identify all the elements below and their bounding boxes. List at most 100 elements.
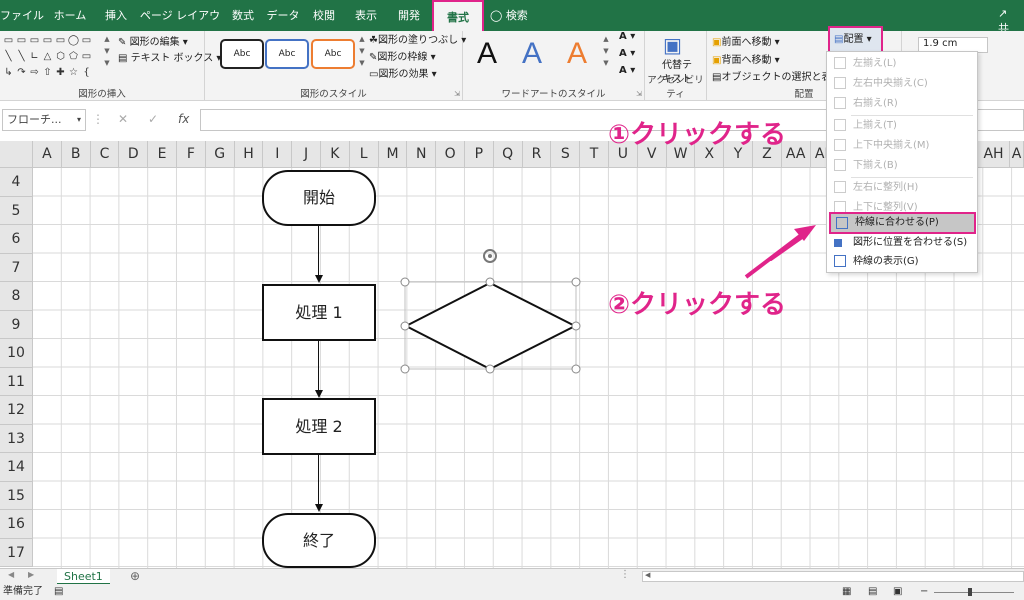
resize-handle[interactable]: [400, 277, 410, 287]
column-header[interactable]: T: [580, 141, 609, 168]
arrow-shape-icon[interactable]: ⇧: [41, 67, 54, 78]
column-header[interactable]: L: [349, 141, 379, 168]
line-shape-icon[interactable]: ╲: [2, 51, 15, 62]
flowchart-end[interactable]: 終了: [262, 513, 376, 568]
name-box[interactable]: フローチ... ▾: [2, 109, 86, 131]
row-header[interactable]: 9: [0, 310, 33, 339]
row-header[interactable]: 11: [0, 367, 33, 396]
rotate-handle-icon[interactable]: [483, 249, 497, 263]
shape-styles-scroll[interactable]: ▲ ▼ ▼: [357, 33, 367, 69]
column-header[interactable]: Q: [493, 141, 523, 168]
tab-file[interactable]: ファイル: [0, 0, 44, 31]
shape-effects-button[interactable]: ▭図形の効果 ▾: [369, 65, 437, 80]
row-header[interactable]: 12: [0, 396, 33, 425]
shape-outline-button[interactable]: ✎図形の枠線 ▾: [369, 48, 436, 63]
arrow-shape-icon[interactable]: ↷: [15, 67, 28, 78]
cross-shape-icon[interactable]: ✚: [54, 67, 67, 78]
row-header[interactable]: 17: [0, 538, 33, 567]
text-effects-icon[interactable]: A ▾: [619, 65, 635, 76]
menu-item-align-right[interactable]: 右揃え(R): [829, 94, 976, 113]
flowchart-start[interactable]: 開始: [262, 170, 376, 226]
row-header[interactable]: 13: [0, 424, 33, 453]
prev-sheet-icon[interactable]: ◀: [8, 570, 14, 579]
selection-pane-button[interactable]: ▤オブジェクトの選択と表示: [712, 68, 841, 83]
tab-format[interactable]: 書式: [432, 0, 484, 31]
resize-handle[interactable]: [571, 364, 581, 374]
trapezoid-shape-icon[interactable]: ▭: [28, 35, 41, 46]
resize-handle[interactable]: [571, 277, 581, 287]
hexagon-shape-icon[interactable]: ⬡: [54, 51, 67, 62]
column-header[interactable]: H: [234, 141, 264, 168]
text-outline-icon[interactable]: A ▾: [619, 48, 635, 59]
dialog-launcher-icon[interactable]: ⇲: [636, 90, 642, 98]
send-backward-button[interactable]: ▣背面へ移動 ▾: [712, 51, 780, 66]
column-header[interactable]: C: [90, 141, 120, 168]
rect-shape-icon[interactable]: ▭: [15, 35, 28, 46]
resize-handle[interactable]: [485, 364, 495, 374]
dialog-launcher-icon[interactable]: ⇲: [454, 90, 460, 98]
arrow-shape-icon[interactable]: ⇨: [28, 67, 41, 78]
bring-forward-button[interactable]: ▣前面へ移動 ▾: [712, 33, 780, 48]
elbow-shape-icon[interactable]: ∟: [28, 51, 41, 62]
rounded-shape-icon[interactable]: ▭: [54, 35, 67, 46]
column-header[interactable]: S: [551, 141, 581, 168]
tab-insert[interactable]: 挿入: [96, 0, 136, 31]
column-header[interactable]: A: [1010, 141, 1024, 168]
menu-item-align-left[interactable]: 左揃え(L): [829, 54, 976, 73]
normal-view-icon[interactable]: ▦: [842, 584, 851, 600]
tab-home[interactable]: ホーム: [44, 0, 96, 31]
share-button[interactable]: ↗共: [998, 7, 1016, 35]
selected-diamond-shape[interactable]: [398, 241, 584, 377]
column-header[interactable]: P: [465, 141, 494, 168]
shape-gallery[interactable]: ▭ ▭ ▭ ▭ ▭ ◯ ▭ ╲ ╲ ∟ △ ⬡ ⬠ ▭ ↳ ↷ ⇨ ⇧ ✚ ☆{: [2, 33, 100, 83]
page-layout-view-icon[interactable]: ▤: [868, 584, 877, 600]
enter-icon[interactable]: ✓: [148, 112, 158, 126]
menu-item-align-bottom[interactable]: 下揃え(B): [829, 156, 976, 175]
tab-review[interactable]: 校閲: [304, 0, 344, 31]
column-header[interactable]: K: [321, 141, 350, 168]
brace-shape-icon[interactable]: {: [80, 67, 93, 78]
edit-shape-button[interactable]: ✎ 図形の編集 ▾: [118, 33, 188, 48]
row-header[interactable]: 4: [0, 168, 33, 197]
zoom-slider[interactable]: [934, 592, 1014, 593]
rect-shape-icon[interactable]: ▭: [2, 35, 15, 46]
column-header[interactable]: I: [263, 141, 293, 168]
resize-handle[interactable]: [400, 321, 410, 331]
column-header[interactable]: D: [119, 141, 149, 168]
star-shape-icon[interactable]: ☆: [67, 67, 80, 78]
row-header[interactable]: 10: [0, 339, 33, 368]
connector-shape-icon[interactable]: ↳: [2, 67, 15, 78]
column-header[interactable]: B: [61, 141, 91, 168]
next-sheet-icon[interactable]: ▶: [28, 570, 34, 579]
triangle-shape-icon[interactable]: △: [41, 51, 54, 62]
rect-shape-icon[interactable]: ▭: [41, 35, 54, 46]
rect-shape-icon[interactable]: ▭: [80, 51, 93, 62]
column-header[interactable]: AH: [978, 141, 1010, 168]
chevron-down-icon[interactable]: ▾: [77, 110, 81, 130]
zoom-slider-thumb[interactable]: [968, 588, 972, 596]
shape-style-sample-3[interactable]: Abc: [311, 39, 355, 69]
column-header[interactable]: N: [407, 141, 437, 168]
menu-item-align-middle[interactable]: 上下中央揃え(M): [829, 136, 976, 155]
row-header[interactable]: 7: [0, 253, 33, 282]
shape-gallery-scroll[interactable]: ▲ ▼ ▼: [102, 33, 112, 69]
insert-function-button[interactable]: fx: [178, 112, 189, 126]
pentagon-shape-icon[interactable]: ⬠: [67, 51, 80, 62]
row-header[interactable]: 16: [0, 510, 33, 539]
text-fill-icon[interactable]: A ▾: [619, 31, 635, 42]
column-header[interactable]: F: [177, 141, 206, 168]
tab-developer[interactable]: 開発: [388, 0, 430, 31]
column-header[interactable]: E: [148, 141, 177, 168]
cancel-icon[interactable]: ✕: [118, 112, 128, 126]
wordart-style-orange[interactable]: A: [567, 37, 587, 71]
menu-item-align-center[interactable]: 左右中央揃え(C): [829, 74, 976, 93]
column-header[interactable]: G: [205, 141, 235, 168]
oval-shape-icon[interactable]: ◯: [67, 35, 80, 46]
shape-fill-button[interactable]: ☘図形の塗りつぶし ▾: [369, 31, 466, 46]
horizontal-scrollbar[interactable]: ◀: [642, 571, 1024, 582]
flowchart-process-2[interactable]: 処理 2: [262, 398, 376, 455]
row-header[interactable]: 6: [0, 225, 33, 254]
menu-item-snap-to-shape[interactable]: 図形に位置を合わせる(S): [829, 233, 976, 252]
column-header[interactable]: J: [292, 141, 321, 168]
column-header[interactable]: O: [436, 141, 465, 168]
